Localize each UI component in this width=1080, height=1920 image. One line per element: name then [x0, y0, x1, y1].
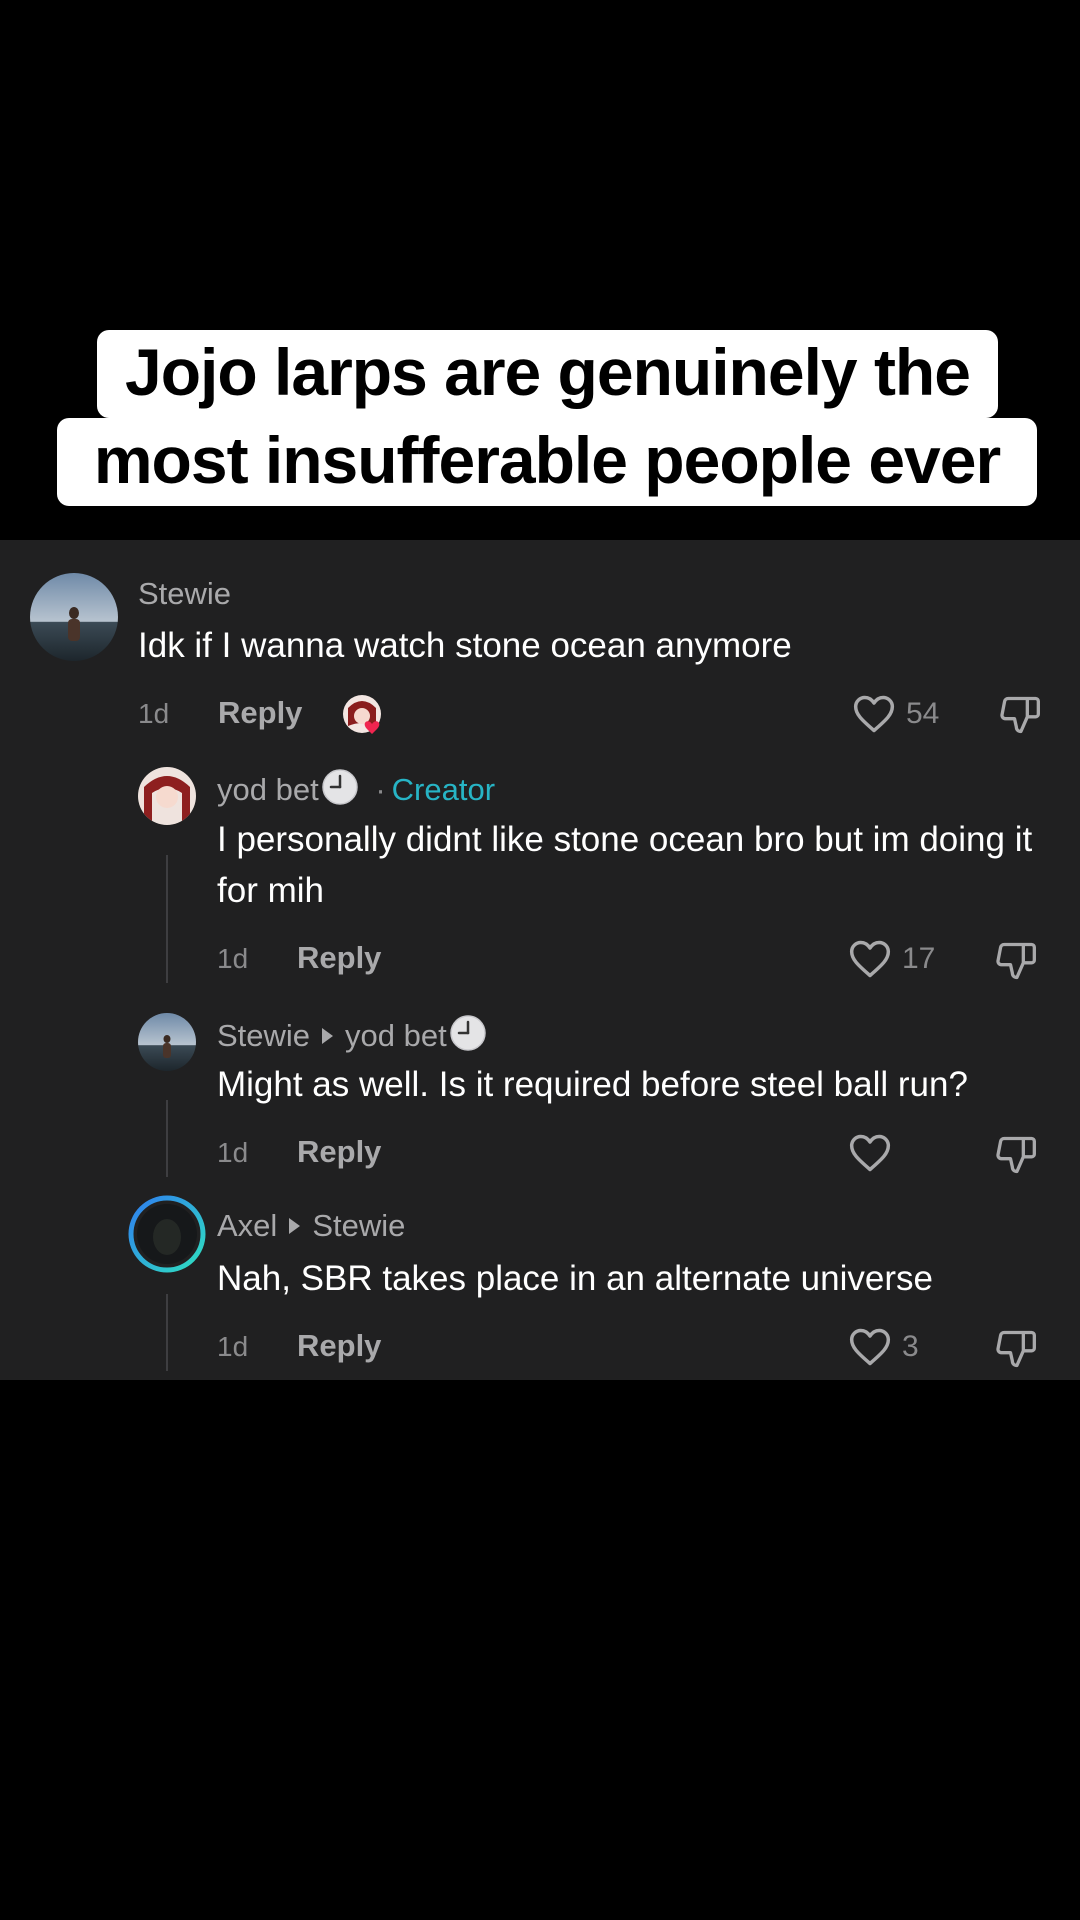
comment-text: Might as well. Is it required before ste… [217, 1065, 968, 1104]
comment-time: 1d [138, 698, 170, 729]
like-count: 54 [906, 697, 940, 730]
clock-emoji-icon [450, 1015, 486, 1051]
dislike-icon[interactable] [998, 692, 1042, 743]
comment-time: 1d [217, 1331, 249, 1362]
reply-button[interactable]: Reply [297, 1328, 381, 1364]
avatar[interactable] [138, 767, 196, 825]
comment-author[interactable]: Stewie yod bet [217, 1014, 487, 1054]
reply-arrow-icon [322, 1027, 334, 1044]
comments-panel: Stewie Idk if I wanna watch stone ocean … [0, 540, 1080, 1380]
caption-line-2: most insufferable people ever [57, 418, 1037, 506]
reply-button[interactable]: Reply [297, 940, 381, 976]
avatar[interactable] [138, 1013, 196, 1071]
reply-arrow-icon [289, 1217, 301, 1234]
badge-separator: · [375, 772, 386, 807]
heart-icon[interactable] [848, 938, 892, 985]
thread-line [166, 1100, 168, 1177]
creator-liked-badge-icon [342, 694, 388, 740]
comment-author[interactable]: Axel Stewie [217, 1208, 405, 1244]
comment-text: I personally didnt like stone ocean bro … [217, 820, 1033, 910]
avatar[interactable] [128, 1195, 206, 1273]
author-name[interactable]: Axel [217, 1208, 277, 1243]
thread-line [166, 1294, 168, 1371]
reply-button[interactable]: Reply [218, 695, 302, 731]
author-name[interactable]: Stewie [217, 1018, 310, 1053]
heart-icon[interactable] [848, 1132, 892, 1179]
like-count: 3 [902, 1330, 919, 1363]
heart-icon[interactable] [852, 693, 896, 740]
comment-text: Nah, SBR takes place in an alternate uni… [217, 1259, 933, 1298]
creator-badge: Creator [391, 772, 496, 807]
reply-to-name[interactable]: yod bet [345, 1018, 447, 1053]
comment-author[interactable]: yod bet · Creator [217, 768, 495, 808]
comment-time: 1d [217, 1137, 249, 1168]
comment-text: Idk if I wanna watch stone ocean anymore [138, 626, 792, 665]
reply-button[interactable]: Reply [297, 1134, 381, 1170]
dislike-icon[interactable] [994, 1132, 1038, 1183]
reply-to-name[interactable]: Stewie [312, 1208, 405, 1243]
heart-icon[interactable] [848, 1326, 892, 1373]
like-count: 17 [902, 942, 936, 975]
dislike-icon[interactable] [994, 1326, 1038, 1377]
comment-time: 1d [217, 943, 249, 974]
comment-author[interactable]: Stewie [138, 576, 231, 612]
clock-emoji-icon [321, 769, 358, 805]
author-name[interactable]: yod bet [217, 772, 319, 807]
caption-line-1: Jojo larps are genuinely the [97, 330, 998, 418]
avatar[interactable] [30, 573, 118, 661]
dislike-icon[interactable] [994, 938, 1038, 989]
thread-line [166, 855, 168, 983]
